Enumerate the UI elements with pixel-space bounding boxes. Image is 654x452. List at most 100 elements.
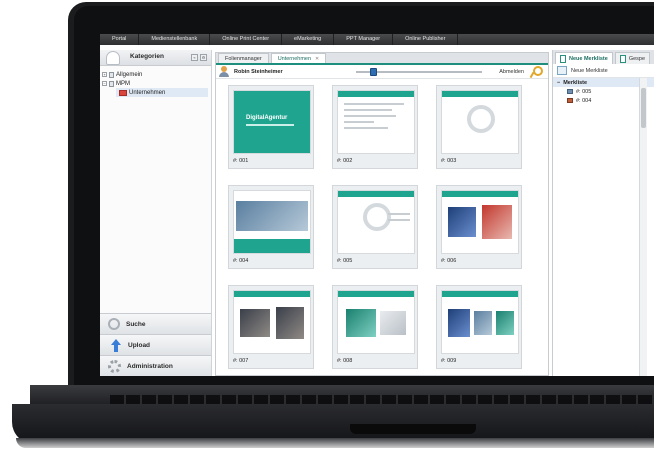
nav-item-online-print-center[interactable]: Online Print Center bbox=[210, 34, 283, 45]
tab-unternehmen[interactable]: Unternehmen ✕ bbox=[270, 53, 327, 63]
slide-number: #: 004 bbox=[233, 258, 249, 264]
slide-thumbnail bbox=[233, 190, 311, 254]
accordion-upload[interactable]: Upload bbox=[100, 334, 211, 355]
presentation-icon bbox=[119, 89, 127, 96]
slide-thumbnail bbox=[441, 290, 519, 354]
tab-label: Folienmanager bbox=[225, 55, 262, 62]
tree-item-mpm[interactable]: − MPM bbox=[102, 79, 209, 88]
tree-item-unternehmen[interactable]: Unternehmen bbox=[116, 88, 208, 97]
slide-number: #: 003 bbox=[441, 158, 457, 164]
collapse-tree-icon[interactable]: − bbox=[102, 81, 107, 86]
user-name: Robin Steinheimer bbox=[234, 69, 283, 75]
slide-number: #: 002 bbox=[337, 158, 353, 164]
slide-thumb-icon bbox=[567, 89, 573, 94]
slide-card[interactable]: #: 005 bbox=[332, 185, 418, 269]
zoom-slider-handle[interactable] bbox=[370, 68, 377, 76]
logout-link[interactable]: Abmelden bbox=[499, 69, 524, 75]
document-icon bbox=[560, 54, 566, 63]
nav-item-ppt-manager[interactable]: PPT Manager bbox=[334, 34, 394, 45]
laptop-mockup: Portal Medienstellenbank Online Print Ce… bbox=[0, 0, 654, 452]
slide-thumbnail bbox=[441, 90, 519, 154]
nav-item-medienstellenbank[interactable]: Medienstellenbank bbox=[139, 34, 211, 45]
accordion-administration[interactable]: Administration bbox=[100, 355, 211, 376]
nav-item-emarketing[interactable]: eMarketing bbox=[282, 34, 335, 45]
slide-number: #: 009 bbox=[441, 358, 457, 364]
categories-header: Kategorien « ⚙ bbox=[100, 50, 211, 66]
laptop-notch bbox=[350, 424, 476, 434]
close-icon[interactable]: ✕ bbox=[315, 56, 319, 62]
slide-thumbnail bbox=[233, 290, 311, 354]
nav-item-online-publisher[interactable]: Online Publisher bbox=[393, 34, 459, 45]
slide-thumb-icon bbox=[567, 98, 573, 103]
slide-number: #: 008 bbox=[337, 358, 353, 364]
tree-item-label: Allgemein bbox=[116, 71, 143, 78]
slide-card[interactable]: #: 003 bbox=[436, 85, 522, 169]
tree-item-allgemein[interactable]: + Allgemein bbox=[102, 70, 209, 79]
gear-icon bbox=[108, 359, 121, 373]
scrollbar-thumb[interactable] bbox=[641, 88, 646, 128]
folder-icon bbox=[109, 71, 114, 78]
nav-item-portal[interactable]: Portal bbox=[100, 34, 140, 45]
watchlist-toolbar: Neue Merkliste bbox=[553, 64, 654, 78]
right-tabs: Neue Merkliste Gespe bbox=[553, 50, 654, 64]
user-icon bbox=[219, 66, 229, 77]
tab-label: Neue Merkliste bbox=[569, 55, 608, 62]
tree-item-label: Unternehmen bbox=[129, 89, 166, 96]
new-list-icon[interactable] bbox=[557, 66, 567, 75]
accordion-label: Upload bbox=[128, 341, 151, 349]
accordion-suche[interactable]: Suche bbox=[100, 313, 211, 334]
slide-card[interactable]: #: 007 bbox=[228, 285, 314, 369]
slide-card[interactable]: #: 006 bbox=[436, 185, 522, 269]
watchlist-item-label: #: 005 bbox=[576, 88, 592, 95]
center-tabs: Folienmanager Unternehmen ✕ bbox=[216, 53, 548, 65]
panel-controls: « ⚙ bbox=[191, 54, 207, 61]
category-tree: + Allgemein − MPM Unternehmen bbox=[100, 66, 211, 101]
tree-item-label: MPM bbox=[116, 80, 130, 87]
slide-grid: DigitalAgentur #: 001 #: 002 #: 003 #: 0… bbox=[228, 85, 538, 375]
watchlist-panel: Neue Merkliste Gespe Neue Merkliste − Me… bbox=[552, 50, 654, 376]
center-toolbar: Robin Steinheimer Abmelden bbox=[216, 65, 548, 79]
top-navigation: Portal Medienstellenbank Online Print Ce… bbox=[100, 34, 654, 45]
slide-card[interactable]: #: 008 bbox=[332, 285, 418, 369]
slide-card[interactable]: #: 004 bbox=[228, 185, 314, 269]
folder-icon bbox=[109, 80, 114, 87]
upload-icon bbox=[108, 338, 122, 352]
collapse-tree-icon[interactable]: − bbox=[557, 80, 560, 86]
app-screen: Portal Medienstellenbank Online Print Ce… bbox=[100, 34, 654, 376]
categories-title: Kategorien bbox=[130, 53, 164, 60]
expand-icon[interactable]: + bbox=[102, 72, 107, 77]
slide-number: #: 005 bbox=[337, 258, 353, 264]
categories-panel: Kategorien « ⚙ + Allgemein − MPM Unterne… bbox=[100, 50, 212, 376]
collapse-icon[interactable]: « bbox=[191, 54, 198, 61]
slide-thumbnail bbox=[441, 190, 519, 254]
vertical-scrollbar[interactable] bbox=[639, 78, 647, 376]
laptop-base-edge bbox=[16, 438, 654, 448]
slide-thumbnail bbox=[337, 190, 415, 254]
settings-icon[interactable]: ⚙ bbox=[200, 54, 207, 61]
slide-thumbnail: DigitalAgentur bbox=[233, 90, 311, 154]
tab-label: Gespe bbox=[628, 55, 646, 62]
tab-folienmanager[interactable]: Folienmanager bbox=[218, 53, 269, 63]
slide-logo-text: DigitalAgentur bbox=[246, 115, 288, 121]
key-icon[interactable] bbox=[530, 66, 543, 78]
accordion-label: Suche bbox=[126, 320, 146, 328]
tab-label: Unternehmen bbox=[277, 55, 312, 62]
slide-number: #: 006 bbox=[441, 258, 457, 264]
slide-number: #: 001 bbox=[233, 158, 249, 164]
accordion-label: Administration bbox=[127, 362, 173, 370]
categories-icon bbox=[106, 51, 120, 65]
slide-thumbnail bbox=[337, 90, 415, 154]
slide-manager-panel: Folienmanager Unternehmen ✕ Robin Steinh… bbox=[215, 52, 549, 376]
watchlist-item-label: #: 004 bbox=[576, 97, 592, 104]
slide-card[interactable]: DigitalAgentur #: 001 bbox=[228, 85, 314, 169]
slide-card[interactable]: #: 009 bbox=[436, 285, 522, 369]
new-list-label[interactable]: Neue Merkliste bbox=[571, 68, 608, 74]
tab-gespeichert[interactable]: Gespe bbox=[614, 52, 651, 64]
tab-neue-merkliste[interactable]: Neue Merkliste bbox=[555, 52, 613, 64]
search-icon bbox=[108, 318, 120, 330]
slide-thumbnail bbox=[337, 290, 415, 354]
slide-number: #: 007 bbox=[233, 358, 249, 364]
document-icon bbox=[619, 54, 626, 63]
watchlist-title: Merkliste bbox=[563, 79, 588, 86]
slide-card[interactable]: #: 002 bbox=[332, 85, 418, 169]
